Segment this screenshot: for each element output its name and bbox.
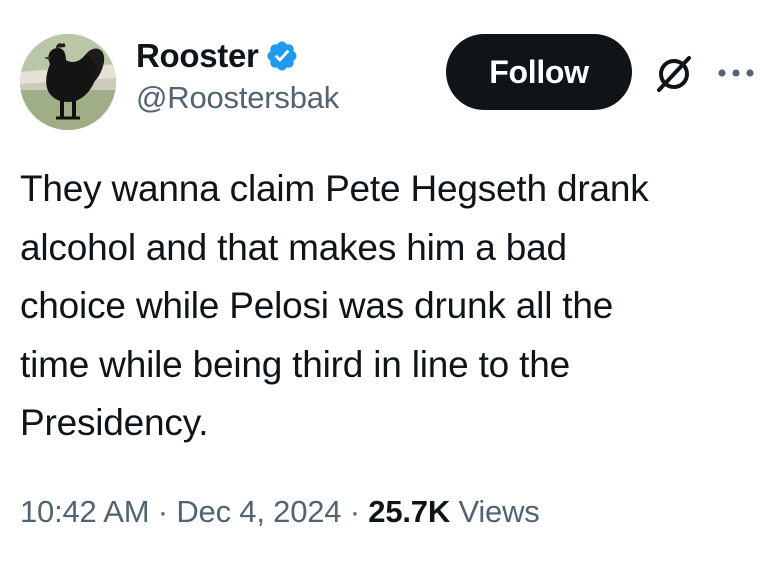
views-count: 25.7K: [368, 494, 451, 529]
handle[interactable]: @Roostersbak: [136, 80, 339, 116]
views-label: Views: [458, 494, 540, 529]
tweet-text: They wanna claim Pete Hegseth drank alco…: [20, 168, 649, 443]
author-block: Rooster @Roostersbak: [136, 34, 339, 116]
meta-separator: ·: [149, 494, 177, 529]
name-row: Rooster: [136, 34, 339, 78]
more-dots-icon[interactable]: [714, 58, 758, 88]
tweet-date[interactable]: Dec 4, 2024: [176, 494, 341, 529]
grok-icon[interactable]: [652, 52, 696, 96]
meta-separator: ·: [341, 494, 369, 529]
avatar[interactable]: [20, 34, 116, 130]
follow-button[interactable]: Follow: [446, 34, 632, 110]
tweet-card: Rooster @Roostersbak Follow They wanna c…: [0, 0, 778, 564]
rooster-avatar-icon: [20, 34, 116, 130]
tweet-time[interactable]: 10:42 AM: [20, 494, 150, 529]
display-name[interactable]: Rooster: [136, 37, 259, 75]
tweet-meta: 10:42 AM · Dec 4, 2024 · 25.7K Views: [20, 494, 540, 530]
verified-badge-icon: [265, 39, 299, 73]
